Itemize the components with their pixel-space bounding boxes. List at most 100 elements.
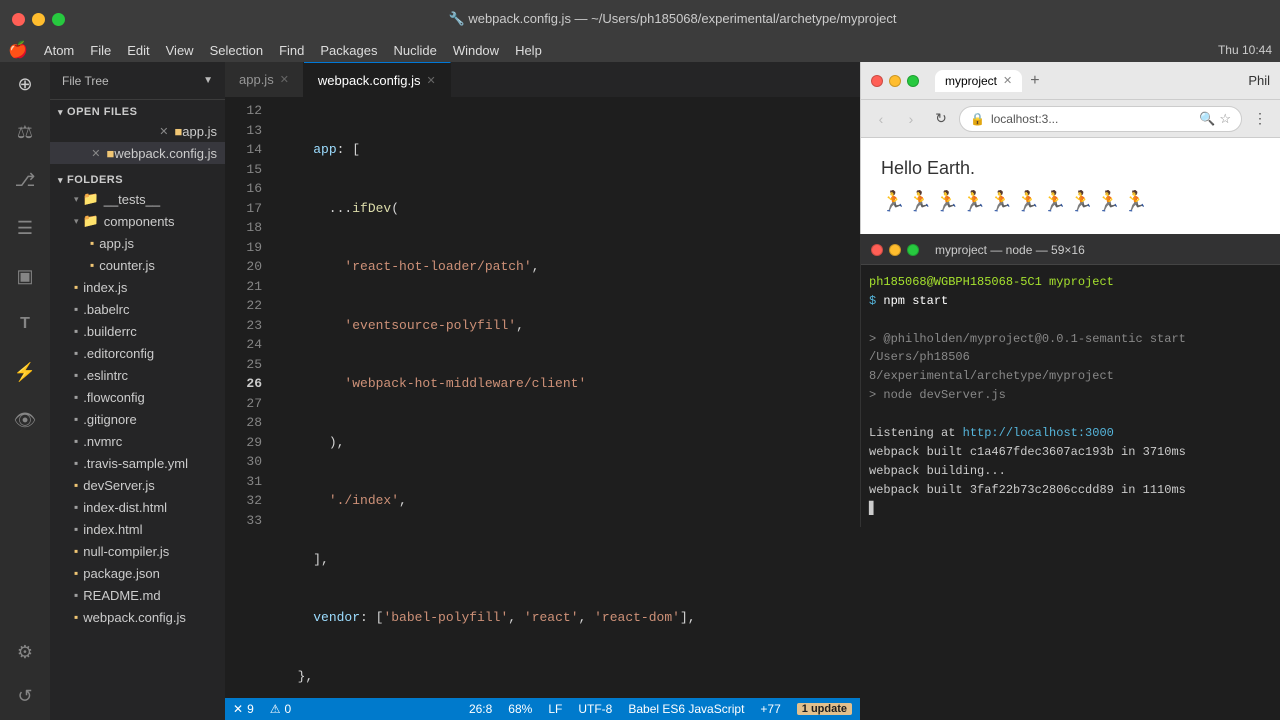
tree-flowconfig[interactable]: ▪ .flowconfig <box>50 386 225 408</box>
activity-list-icon[interactable]: ☰ <box>11 214 39 242</box>
editor-area: app.js ✕ webpack.config.js ✕ 12 13 14 15… <box>225 62 860 720</box>
search-icon[interactable]: 🔍 <box>1199 111 1215 127</box>
syntax-mode[interactable]: Babel ES6 JavaScript <box>628 702 744 716</box>
tree-package-json[interactable]: ▪ package.json <box>50 562 225 584</box>
fullscreen-button[interactable] <box>52 13 65 26</box>
title-bar: 🔧 webpack.config.js — ~/Users/ph185068/e… <box>0 0 1280 38</box>
git-diff[interactable]: +77 <box>760 702 780 716</box>
tree-eslintrc[interactable]: ▪ .eslintrc <box>50 364 225 386</box>
tree-app-js[interactable]: ▪ app.js <box>50 232 225 254</box>
browser-close-button[interactable] <box>871 75 883 87</box>
tree-nvmrc[interactable]: ▪ .nvmrc <box>50 430 225 452</box>
browser-tab-myproject[interactable]: myproject ✕ <box>935 70 1022 92</box>
minimize-button[interactable] <box>32 13 45 26</box>
terminal-content[interactable]: ph185068@WGBPH185068-5C1 myproject $ npm… <box>861 265 1280 527</box>
close-button[interactable] <box>12 13 25 26</box>
activity-eye-icon[interactable]: 👁 <box>11 406 39 434</box>
zoom-level[interactable]: 68% <box>508 702 532 716</box>
tree-counter-js[interactable]: ▪ counter.js <box>50 254 225 276</box>
clock: Thu 10:44 <box>1218 43 1272 57</box>
menu-edit[interactable]: Edit <box>127 43 149 58</box>
open-file-webpackjs[interactable]: ✕ ■ webpack.config.js <box>50 142 225 164</box>
file-encoding[interactable]: UTF-8 <box>578 702 612 716</box>
browser-new-tab-button[interactable]: + <box>1030 72 1039 90</box>
update-badge-text: 1 update <box>797 703 852 715</box>
menu-view[interactable]: View <box>166 43 194 58</box>
tree-tests-folder[interactable]: ▾ 📁 __tests__ <box>50 188 225 210</box>
tree-gitignore[interactable]: ▪ .gitignore <box>50 408 225 430</box>
warning-count-value: 0 <box>285 702 292 716</box>
terminal-fullscreen-button[interactable] <box>907 244 919 256</box>
browser-more-button[interactable]: ⋮ <box>1248 107 1272 131</box>
open-file-appjs[interactable]: ✕ ■ app.js <box>50 120 225 142</box>
activity-bar: ⊕ ⚖ ⎇ ☰ ▣ T ⚡ 👁 ⚙ ↺ <box>0 62 50 720</box>
update-badge[interactable]: 1 update <box>797 703 852 715</box>
menu-help[interactable]: Help <box>515 43 542 58</box>
browser-fullscreen-button[interactable] <box>907 75 919 87</box>
status-bar: ✕ 9 ⚠ 0 26:8 68% LF UTF-8 Babel ES6 Java… <box>225 698 860 720</box>
browser-back-button[interactable]: ‹ <box>869 107 893 131</box>
apple-menu[interactable]: 🍎 <box>8 40 28 60</box>
menu-atom[interactable]: Atom <box>44 43 74 58</box>
tree-null-compiler[interactable]: ▪ null-compiler.js <box>50 540 225 562</box>
star-icon[interactable]: ☆ <box>1219 111 1231 127</box>
tree-travis[interactable]: ▪ .travis-sample.yml <box>50 452 225 474</box>
menu-packages[interactable]: Packages <box>320 43 377 58</box>
menu-window[interactable]: Window <box>453 43 499 58</box>
activity-grid-icon[interactable]: ▣ <box>11 262 39 290</box>
sidebar-dropdown-icon[interactable]: ▼ <box>203 75 213 86</box>
activity-lightning-icon[interactable]: ⚡ <box>11 358 39 386</box>
close-webpackjs-icon[interactable]: ✕ <box>91 147 100 160</box>
open-files-chevron-icon: ▾ <box>58 107 63 118</box>
menu-find[interactable]: Find <box>279 43 304 58</box>
nvmrc-icon: ▪ <box>74 434 78 448</box>
activity-balance-icon[interactable]: ⚖ <box>11 118 39 146</box>
activity-refresh-icon[interactable]: ↺ <box>11 682 39 710</box>
menu-nuclide[interactable]: Nuclide <box>393 43 436 58</box>
activity-type-icon[interactable]: T <box>11 310 39 338</box>
tree-index-dist[interactable]: ▪ index-dist.html <box>50 496 225 518</box>
terminal-close-button[interactable] <box>871 244 883 256</box>
flowconfig-label: .flowconfig <box>83 390 144 405</box>
menu-file[interactable]: File <box>90 43 111 58</box>
tree-readme[interactable]: ▪ README.md <box>50 584 225 606</box>
tree-babelrc[interactable]: ▪ .babelrc <box>50 298 225 320</box>
open-files-header[interactable]: ▾ OPEN FILES <box>50 104 225 120</box>
browser-tab-close-icon[interactable]: ✕ <box>1003 74 1012 87</box>
address-bar[interactable]: 🔒 localhost:3... 🔍 ☆ <box>959 106 1242 132</box>
error-count[interactable]: ✕ 9 <box>233 702 254 716</box>
tests-chevron-icon: ▾ <box>74 194 79 205</box>
browser-forward-button[interactable]: › <box>899 107 923 131</box>
cursor-position[interactable]: 26:8 <box>469 702 492 716</box>
terminal-minimize-button[interactable] <box>889 244 901 256</box>
tab-appjs-close-icon[interactable]: ✕ <box>280 73 289 86</box>
tree-index-html[interactable]: ▪ index.html <box>50 518 225 540</box>
tree-editorconfig[interactable]: ▪ .editorconfig <box>50 342 225 364</box>
browser-tab-label: myproject <box>945 74 997 88</box>
tree-webpack-config[interactable]: ▪ webpack.config.js <box>50 606 225 628</box>
browser-minimize-button[interactable] <box>889 75 901 87</box>
tree-builderrc[interactable]: ▪ .builderrc <box>50 320 225 342</box>
tree-index-js[interactable]: ▪ index.js <box>50 276 225 298</box>
tab-webpackjs[interactable]: webpack.config.js ✕ <box>304 62 451 97</box>
close-appjs-icon[interactable]: ✕ <box>159 125 168 138</box>
tab-appjs[interactable]: app.js ✕ <box>225 62 304 97</box>
browser-refresh-button[interactable]: ↻ <box>929 107 953 131</box>
editor-content: 12 13 14 15 16 17 18 19 20 21 22 23 24 2… <box>225 97 860 698</box>
tree-devserver[interactable]: ▪ devServer.js <box>50 474 225 496</box>
folders-header[interactable]: ▾ FOLDERS <box>50 172 225 188</box>
travis-label: .travis-sample.yml <box>83 456 188 471</box>
tree-components-folder[interactable]: ▾ 📁 components <box>50 210 225 232</box>
sidebar-header: File Tree ▼ <box>50 62 225 100</box>
terminal-line-12: ▋ <box>869 500 1272 518</box>
activity-settings-icon[interactable]: ⚙ <box>11 638 39 666</box>
terminal-traffic-lights <box>871 244 919 256</box>
code-area[interactable]: app: [ ...ifDev( 'react-hot-loader/patch… <box>270 97 860 698</box>
line-ending[interactable]: LF <box>548 702 562 716</box>
tab-webpackjs-close-icon[interactable]: ✕ <box>427 74 436 87</box>
warning-count[interactable]: ⚠ 0 <box>270 702 291 716</box>
activity-git-icon[interactable]: ⎇ <box>11 166 39 194</box>
activity-files-icon[interactable]: ⊕ <box>11 70 39 98</box>
menu-selection[interactable]: Selection <box>210 43 263 58</box>
travis-icon: ▪ <box>74 456 78 470</box>
